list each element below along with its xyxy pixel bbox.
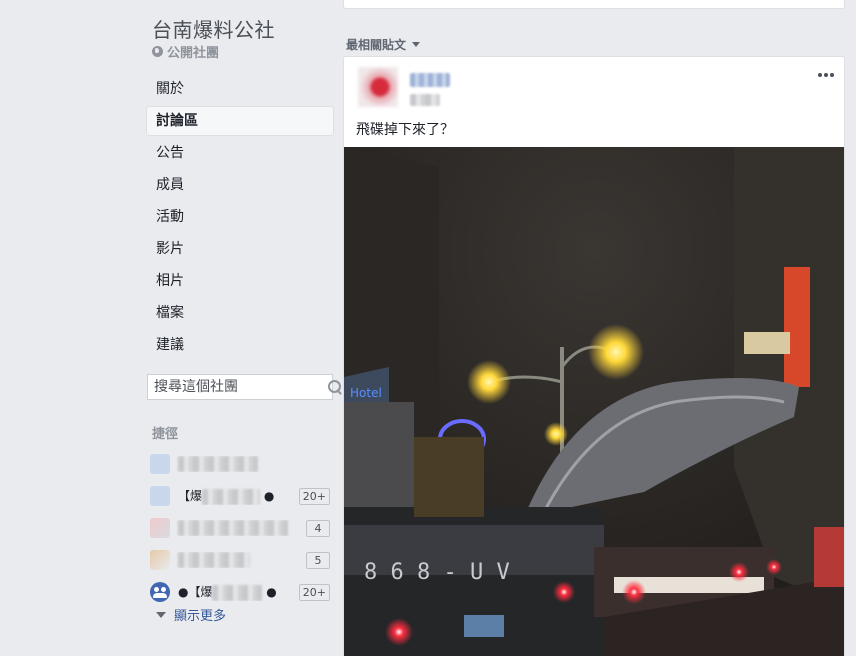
post-text: 飛碟掉下來了？	[356, 122, 454, 138]
shortcut-count: 5	[306, 551, 330, 569]
red-vertical-sign	[784, 267, 810, 387]
post-options-button[interactable]	[816, 67, 836, 83]
group-nav: 關於 討論區 公告 成員 活動 影片 相片 檔案 建議	[146, 74, 334, 362]
building-sign-text: Hotel	[350, 386, 382, 400]
tail-light	[553, 581, 575, 603]
dot	[818, 73, 822, 77]
sort-label: 最相關貼文	[346, 38, 407, 52]
parked-car	[814, 527, 844, 587]
street-light	[544, 422, 568, 446]
nav-item-photos[interactable]: 相片	[146, 266, 334, 296]
shortcut-name	[176, 520, 306, 536]
shortcut-count: 20+	[298, 487, 330, 505]
blurred-text	[178, 520, 288, 536]
shortcut-count: 20+	[298, 583, 330, 601]
shortcut-name	[176, 552, 306, 568]
street-light	[588, 324, 644, 380]
shortcut-thumbnail	[150, 550, 170, 570]
blurred-text	[410, 72, 450, 87]
nav-item-members[interactable]: 成員	[146, 170, 334, 200]
storefront	[344, 402, 414, 522]
nav-item-files[interactable]: 檔案	[146, 298, 334, 328]
globe-icon	[152, 46, 163, 57]
tail-light	[766, 559, 782, 575]
nav-item-discussion[interactable]: 討論區	[146, 106, 334, 136]
dot-separator: ●	[262, 585, 277, 600]
shortcut-name: 【爆 ●	[178, 488, 275, 505]
nav-item-announcements[interactable]: 公告	[146, 138, 334, 168]
post-photo[interactable]: Hotel 8 6 8 - U V	[344, 147, 844, 656]
author-avatar[interactable]	[358, 67, 398, 107]
street-light	[467, 360, 511, 404]
truck-plate-text: 8 6 8 - U V	[364, 560, 510, 585]
group-privacy: 公開社團	[152, 42, 219, 61]
shortcut-name	[176, 456, 330, 472]
shortcut-item[interactable]: ●【爆 ● 20+	[150, 576, 330, 608]
dot	[824, 73, 828, 77]
shortcut-item[interactable]: 5	[150, 544, 330, 576]
shortcut-thumbnail	[150, 518, 170, 538]
shortcut-name: ●【爆 ●	[178, 584, 277, 601]
feed-sort-dropdown[interactable]: 最相關貼文	[346, 36, 421, 53]
blurred-text	[212, 584, 263, 601]
blurred-text	[410, 93, 440, 106]
chevron-down-icon	[156, 611, 166, 618]
group-title[interactable]: 台南爆料公社	[152, 14, 275, 43]
nav-item-events[interactable]: 活動	[146, 202, 334, 232]
search-input[interactable]	[154, 379, 328, 395]
truck-cab	[414, 437, 484, 517]
dot-separator: ●	[260, 489, 275, 504]
nav-item-about[interactable]: 關於	[146, 74, 334, 104]
see-more-label: 顯示更多	[174, 609, 227, 624]
dot	[830, 73, 834, 77]
blurred-text	[178, 552, 250, 568]
shortcut-thumbnail	[150, 486, 170, 506]
tail-light	[622, 580, 646, 604]
group-icon	[150, 582, 170, 602]
license-plate	[464, 615, 504, 637]
blurred-text	[178, 456, 258, 472]
tail-light	[729, 562, 749, 582]
shortcut-item[interactable]: 4	[150, 512, 330, 544]
group-search	[147, 374, 341, 400]
composer-card-edge	[343, 0, 845, 9]
author-name[interactable]	[410, 69, 450, 88]
post-timestamp[interactable]	[410, 89, 440, 108]
shortcut-count: 4	[306, 519, 330, 537]
shortcuts-heading: 捷徑	[152, 427, 179, 442]
shop-sign	[744, 332, 790, 354]
shortcut-item[interactable]	[150, 448, 330, 480]
tail-light	[385, 618, 413, 646]
caret-down-icon	[412, 42, 421, 47]
blurred-text	[202, 488, 261, 505]
shortcut-thumbnail	[150, 454, 170, 474]
shortcuts-list: 【爆 ● 20+ 4 5 ●【爆 ● 20+	[150, 448, 330, 608]
privacy-label: 公開社團	[167, 46, 220, 61]
see-more-link[interactable]: 顯示更多	[156, 605, 226, 624]
nav-item-suggestions[interactable]: 建議	[146, 330, 334, 360]
nav-item-videos[interactable]: 影片	[146, 234, 334, 264]
feed-post: 飛碟掉下來了？ Hotel 8 6 8 - U V	[343, 56, 845, 656]
shortcut-item[interactable]: 【爆 ● 20+	[150, 480, 330, 512]
